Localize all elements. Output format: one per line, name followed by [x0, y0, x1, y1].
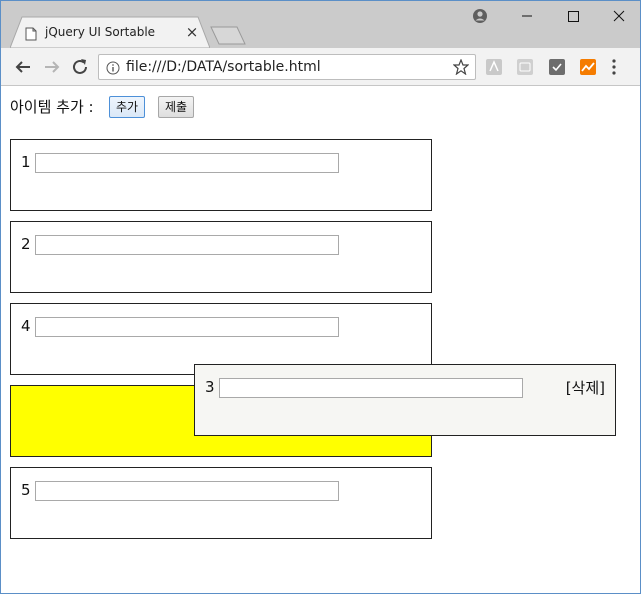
add-button[interactable]: 추가 — [109, 96, 146, 118]
window-close-icon[interactable] — [596, 1, 640, 31]
reload-icon[interactable] — [69, 56, 91, 78]
tab-active[interactable]: jQuery UI Sortable × — [10, 16, 210, 48]
delete-link[interactable]: [삭제] — [566, 377, 605, 398]
info-icon[interactable] — [106, 60, 120, 79]
sortable-item[interactable]: 1 — [10, 139, 432, 211]
maximize-icon[interactable] — [550, 1, 596, 31]
new-tab-button[interactable] — [209, 26, 247, 50]
item-number: 4 — [21, 317, 31, 335]
bookmark-star-icon[interactable] — [452, 58, 470, 79]
dragging-item[interactable]: 3 [삭제] — [194, 364, 616, 436]
minimize-icon[interactable] — [504, 1, 550, 31]
forward-arrow-icon[interactable] — [41, 56, 63, 78]
submit-button[interactable]: 제출 — [158, 96, 195, 118]
tab-strip: jQuery UI Sortable × — [1, 1, 640, 48]
page-content: 아이템 추가 : 추가 제출 1 2 4 5 3 [삭제] — [1, 87, 640, 593]
item-text-input[interactable] — [219, 378, 523, 398]
url-text: file:///D:/DATA/sortable.html — [126, 59, 321, 75]
sortable-item[interactable]: 5 — [10, 467, 432, 539]
item-number: 1 — [21, 153, 31, 171]
analytics-extension-icon[interactable] — [580, 59, 596, 75]
back-arrow-icon[interactable] — [12, 56, 34, 78]
tab-close-icon[interactable]: × — [182, 22, 202, 42]
browser-toolbar: file:///D:/DATA/sortable.html — [1, 48, 640, 86]
item-number: 5 — [21, 481, 31, 499]
add-item-label: 아이템 추가 : — [10, 98, 94, 116]
tab-title: jQuery UI Sortable — [45, 25, 156, 39]
item-text-input[interactable] — [35, 481, 339, 501]
profile-icon[interactable] — [472, 8, 488, 28]
browser-window: jQuery UI Sortable × file:///D:/DATA/sor… — [0, 0, 641, 594]
menu-kebab-icon[interactable] — [611, 58, 617, 80]
item-text-input[interactable] — [35, 317, 339, 337]
item-number: 3 — [205, 378, 215, 396]
page-icon — [25, 26, 37, 45]
item-text-input[interactable] — [35, 153, 339, 173]
sortable-item[interactable]: 2 — [10, 221, 432, 293]
item-number: 2 — [21, 235, 31, 253]
address-bar[interactable]: file:///D:/DATA/sortable.html — [98, 54, 476, 80]
ex-extension-icon[interactable] — [517, 59, 533, 75]
pdf-extension-icon[interactable] — [486, 59, 502, 75]
check-extension-icon[interactable] — [549, 59, 565, 75]
item-text-input[interactable] — [35, 235, 339, 255]
